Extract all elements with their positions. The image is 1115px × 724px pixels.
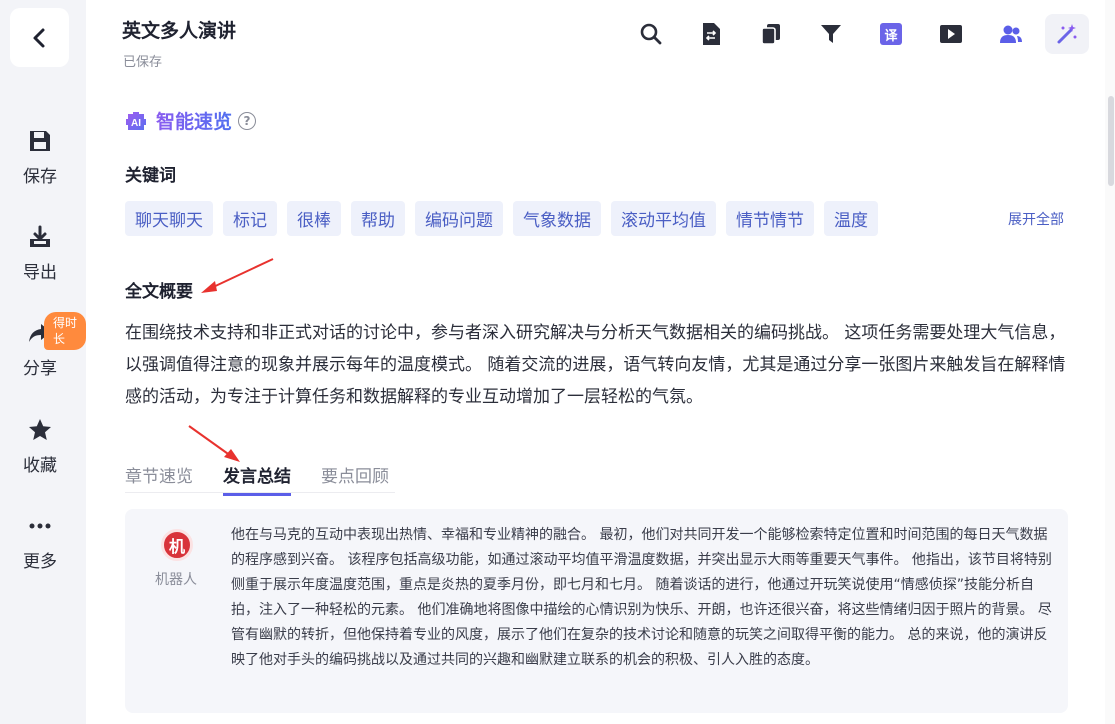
keyword-tag[interactable]: 聊天聊天 (125, 201, 213, 236)
keyword-tag[interactable]: 滚动平均值 (611, 201, 716, 236)
page-title: 英文多人演讲 (122, 20, 237, 42)
speakers-button[interactable] (989, 14, 1033, 54)
keywords-title: 关键词 (125, 166, 176, 186)
sidebar-item-more[interactable]: 更多 (0, 513, 80, 572)
tab-chapter-overview[interactable]: 章节速览 (125, 462, 193, 496)
copy-button[interactable] (749, 14, 793, 54)
translate-icon: 译 (880, 23, 902, 45)
back-button[interactable] (10, 8, 69, 67)
tab-speaker-summary[interactable]: 发言总结 (223, 462, 291, 496)
copy-icon (761, 24, 780, 45)
search-icon (640, 23, 662, 45)
sidebar-item-label: 分享 (23, 359, 57, 379)
sidebar-item-favorite[interactable]: 收藏 (0, 417, 80, 476)
summary-title: 全文概要 (125, 282, 193, 302)
sidebar-item-save[interactable]: 保存 (0, 128, 80, 187)
toolbar: 译 (613, 14, 1089, 54)
users-icon (1000, 25, 1022, 43)
sidebar-item-label: 导出 (23, 263, 57, 283)
sidebar: 保存 导出 分享 得时长 收藏 更多 (0, 0, 86, 724)
magic-button[interactable] (1045, 14, 1089, 54)
sidebar-item-export[interactable]: 导出 (0, 224, 80, 283)
summary-tabs: 章节速览 发言总结 要点回顾 (125, 462, 419, 496)
help-icon[interactable]: ? (238, 111, 257, 130)
export-icon (30, 225, 50, 247)
expand-all-link[interactable]: 展开全部 (1008, 209, 1064, 229)
smart-overview-header: AI 智能速览 ? (124, 107, 257, 134)
translate-button[interactable]: 译 (869, 14, 913, 54)
star-icon (29, 419, 51, 440)
annotation-arrow (201, 258, 274, 293)
search-button[interactable] (629, 14, 673, 54)
keyword-tag[interactable]: 帮助 (351, 201, 405, 236)
speaker-summary-card: 机 机器人 他在与马克的互动中表现出热情、幸福和专业精神的融合。 最初，他们对共… (125, 509, 1068, 713)
save-status: 已保存 (123, 55, 163, 70)
play-button[interactable] (929, 14, 973, 54)
keyword-tag[interactable]: 情节情节 (726, 201, 814, 236)
keyword-tag[interactable]: 温度 (824, 201, 878, 236)
annotation-arrow (188, 425, 240, 462)
keyword-tag[interactable]: 标记 (223, 201, 277, 236)
save-icon (30, 131, 50, 151)
play-icon (940, 25, 962, 43)
smart-overview-title: 智能速览 (156, 107, 232, 134)
keyword-list: 聊天聊天 标记 很棒 帮助 编码问题 气象数据 滚动平均值 情节情节 温度 (125, 201, 888, 236)
speaker-name: 机器人 (155, 572, 197, 588)
tab-key-points[interactable]: 要点回顾 (321, 462, 389, 496)
scrollbar[interactable] (1105, 0, 1115, 724)
reward-badge: 得时长 (44, 312, 86, 350)
sidebar-item-label: 更多 (23, 552, 57, 572)
summary-text: 在围绕技术支持和非正式对话的讨论中，参与者深入研究解决与分析天气数据相关的编码挑… (125, 323, 1066, 407)
chevron-left-icon (33, 28, 44, 47)
sidebar-item-label: 保存 (23, 167, 57, 187)
scrollbar-thumb[interactable] (1108, 96, 1114, 186)
ai-icon: AI (126, 111, 146, 130)
keyword-tag[interactable]: 编码问题 (415, 201, 503, 236)
avatar: 机 (161, 529, 193, 561)
more-icon (29, 523, 51, 529)
document-swap-button[interactable] (689, 14, 733, 54)
svg-text:AI: AI (131, 118, 141, 129)
sidebar-item-label: 收藏 (23, 456, 57, 476)
keyword-tag[interactable]: 气象数据 (513, 201, 601, 236)
document-swap-icon (703, 23, 720, 45)
filter-button[interactable] (809, 14, 853, 54)
keyword-tag[interactable]: 很棒 (287, 201, 341, 236)
magic-wand-icon (1057, 24, 1077, 44)
speaker-summary-text: 他在与马克的互动中表现出热情、幸福和专业精神的融合。 最初，他们对共同开发一个能… (231, 527, 1052, 668)
filter-icon (821, 25, 841, 43)
